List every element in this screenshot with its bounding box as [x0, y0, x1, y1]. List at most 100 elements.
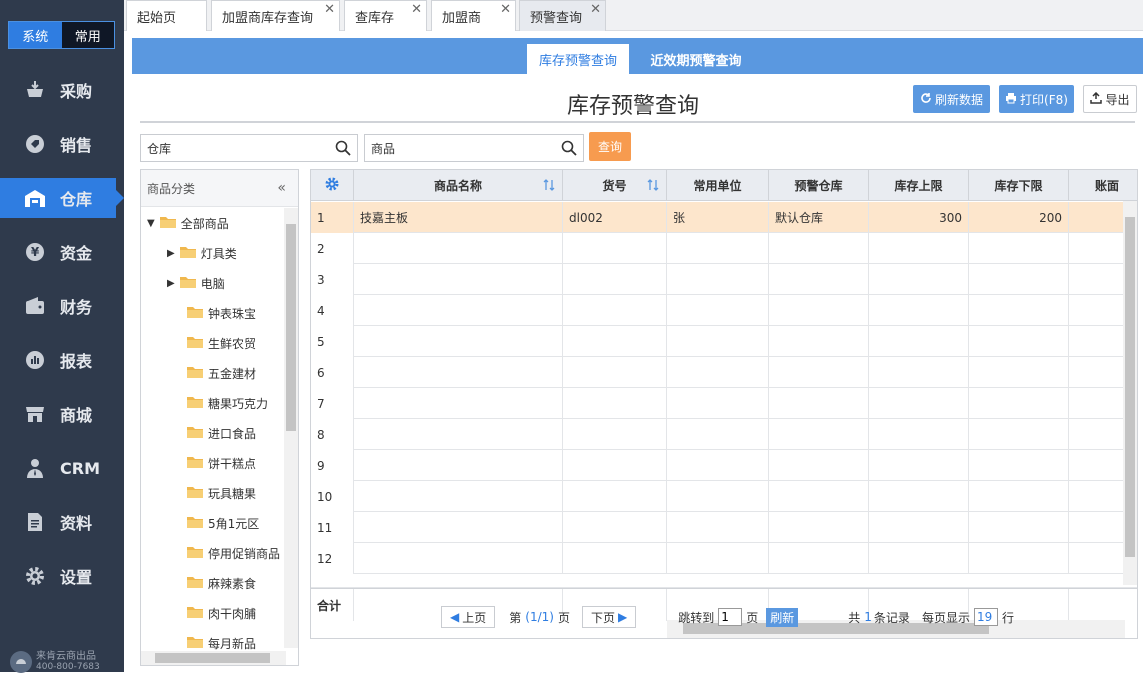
sort-icon[interactable]	[646, 178, 660, 195]
prev-page-button[interactable]: ◀ 上页	[441, 606, 496, 628]
print-label: 打印(F8)	[1020, 92, 1068, 107]
product-search-field[interactable]	[364, 134, 584, 162]
tree-node[interactable]: 钟表珠宝	[187, 298, 256, 328]
tab-warning-query[interactable]: 预警查询 ✕	[519, 0, 606, 31]
warehouse-cell	[769, 388, 869, 419]
close-icon[interactable]: ✕	[324, 2, 335, 17]
tab-franchise-stock-query[interactable]: 加盟商库存查询 ✕	[211, 0, 340, 31]
table-row[interactable]: 5	[311, 326, 1137, 357]
sidebar-item-funds[interactable]: ¥ 资金	[0, 232, 124, 272]
tab-check-stock[interactable]: 查库存 ✕	[344, 0, 427, 31]
sidebar-item-finance[interactable]: 财务	[0, 286, 124, 326]
table-row[interactable]: 11	[311, 512, 1137, 543]
table-row[interactable]: 4	[311, 295, 1137, 326]
table-row[interactable]: 7	[311, 388, 1137, 419]
pager-refresh-button[interactable]: 刷新	[766, 607, 799, 627]
close-icon[interactable]: ✕	[500, 2, 511, 17]
refresh-data-button[interactable]: 刷新数据	[913, 85, 990, 113]
mode-common-button[interactable]: 常用	[61, 22, 114, 48]
table-row[interactable]: 8	[311, 419, 1137, 450]
sidebar-item-store[interactable]: 商城	[0, 394, 124, 434]
column-settings-cell[interactable]	[311, 170, 354, 201]
table-row[interactable]: 10	[311, 481, 1137, 512]
tree-node[interactable]: 5角1元区	[187, 508, 259, 538]
table-row[interactable]: 1 技嘉主板 dl002 张默认仓库 300 200	[311, 202, 1137, 233]
subtab-expiry-warning[interactable]: 近效期预警查询	[637, 44, 755, 74]
refresh-data-label: 刷新数据	[934, 92, 983, 107]
tree-node-label: 灯具类	[200, 246, 237, 261]
warehouse-search-field[interactable]	[140, 134, 358, 162]
lower-limit-cell	[969, 450, 1069, 481]
close-icon[interactable]: ✕	[590, 2, 601, 17]
column-header-lower-limit[interactable]: 库存下限	[969, 170, 1069, 201]
export-button[interactable]: 导出	[1083, 85, 1137, 113]
column-header-upper-limit[interactable]: 库存上限	[869, 170, 969, 201]
tree-node[interactable]: ▶ 电脑	[167, 268, 225, 298]
lower-limit-cell	[969, 388, 1069, 419]
per-page-prefix: 每页显示	[921, 610, 970, 625]
sidebar-item-settings[interactable]: 设置	[0, 556, 124, 596]
sidebar-item-crm[interactable]: CRM	[0, 448, 124, 488]
column-header-book[interactable]: 账面	[1069, 170, 1137, 201]
tree-node[interactable]: 停用促销商品	[187, 538, 280, 568]
subtab-stock-warning[interactable]: 库存预警查询	[527, 44, 629, 74]
sidebar-item-data[interactable]: 资料	[0, 502, 124, 542]
tree-vertical-scrollbar[interactable]	[284, 208, 298, 648]
folder-icon	[187, 365, 203, 381]
lower-limit-cell	[969, 512, 1069, 543]
sidebar-item-sales[interactable]: 销售	[0, 124, 124, 164]
tree-node-label: 麻辣素食	[208, 576, 257, 591]
search-icon[interactable]	[561, 140, 577, 159]
per-page-input[interactable]	[973, 608, 998, 626]
sidebar-item-warehouse[interactable]: 仓库	[0, 178, 124, 218]
tab-franchisee[interactable]: 加盟商 ✕	[431, 0, 516, 31]
caret-right-icon[interactable]: ▶	[167, 278, 175, 289]
product-name-cell	[354, 481, 563, 512]
warehouse-input[interactable]	[141, 136, 331, 160]
tab-home[interactable]: 起始页	[126, 0, 207, 31]
mode-system-button[interactable]: 系统	[9, 22, 62, 48]
caret-right-icon[interactable]: ▶	[167, 248, 175, 259]
gear-icon[interactable]	[324, 176, 340, 195]
table-row[interactable]: 6	[311, 357, 1137, 388]
tree-node[interactable]: 麻辣素食	[187, 568, 256, 598]
query-button[interactable]: 查询	[589, 132, 631, 161]
item-code-cell	[563, 481, 667, 512]
table-row[interactable]: 9	[311, 450, 1137, 481]
sidebar-item-purchase[interactable]: 采购	[0, 70, 124, 110]
table-row[interactable]: 12	[311, 543, 1137, 574]
tree-node[interactable]: 五金建材	[187, 358, 256, 388]
column-header-item-code[interactable]: 货号	[563, 170, 667, 201]
product-name-cell	[354, 295, 563, 326]
caret-down-icon[interactable]: ▼	[147, 218, 155, 229]
next-page-button[interactable]: 下页 ▶	[581, 606, 637, 628]
tree-node[interactable]: 生鲜农贸	[187, 328, 256, 358]
row-index-cell: 9	[311, 450, 354, 481]
jump-page-input[interactable]	[718, 608, 743, 626]
unit-cell	[667, 512, 769, 543]
search-icon[interactable]	[335, 140, 351, 159]
sidebar-item-reports[interactable]: 报表	[0, 340, 124, 380]
collapse-panel-icon[interactable]: «	[277, 180, 286, 196]
tree-horizontal-scrollbar[interactable]	[141, 651, 286, 665]
product-input[interactable]	[365, 136, 555, 160]
tree-node[interactable]: 糖果巧克力	[187, 388, 268, 418]
column-header-product-name[interactable]: 商品名称	[354, 170, 563, 201]
table-row[interactable]: 3	[311, 264, 1137, 295]
tree-node[interactable]: 肉干肉脯	[187, 598, 256, 628]
tree-node[interactable]: ▶ 灯具类	[167, 238, 237, 268]
table-row[interactable]: 2	[311, 233, 1137, 264]
close-icon[interactable]: ✕	[411, 2, 422, 17]
tree-node[interactable]: 玩具糖果	[187, 478, 256, 508]
grid-vertical-scrollbar[interactable]	[1123, 201, 1137, 585]
tree-scroll-thumb[interactable]	[286, 224, 296, 431]
column-header-warehouse[interactable]: 预警仓库	[769, 170, 869, 201]
tree-hscroll-thumb[interactable]	[155, 653, 270, 663]
column-header-unit[interactable]: 常用单位	[667, 170, 769, 201]
grid-vscroll-thumb[interactable]	[1125, 217, 1135, 557]
tree-node-root[interactable]: ▼ 全部商品	[147, 208, 229, 238]
print-button[interactable]: 打印(F8)	[999, 85, 1074, 113]
tree-node[interactable]: 进口食品	[187, 418, 256, 448]
sort-icon[interactable]	[542, 178, 556, 195]
tree-node[interactable]: 饼干糕点	[187, 448, 256, 478]
